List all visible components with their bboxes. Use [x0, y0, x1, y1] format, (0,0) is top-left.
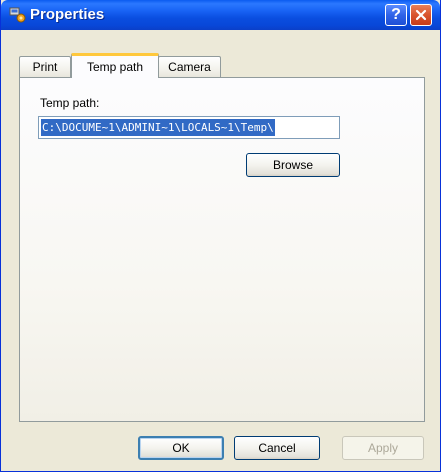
- ok-button[interactable]: OK: [138, 436, 224, 460]
- temp-path-label: Temp path:: [40, 96, 100, 110]
- temp-path-input[interactable]: C:\DOCUME~1\ADMINI~1\LOCALS~1\Temp\: [38, 116, 340, 139]
- tab-temp-path[interactable]: Temp path: [71, 53, 159, 78]
- close-icon: [415, 9, 427, 21]
- temp-path-value: C:\DOCUME~1\ADMINI~1\LOCALS~1\Temp\: [41, 119, 275, 136]
- cancel-button[interactable]: Cancel: [234, 436, 320, 460]
- title-bar[interactable]: Properties ?: [1, 0, 440, 30]
- window-title: Properties: [30, 6, 105, 23]
- tab-print[interactable]: Print: [19, 56, 71, 77]
- tab-strip: Print Temp path Camera: [1, 53, 440, 78]
- close-button[interactable]: [410, 4, 432, 26]
- help-button[interactable]: ?: [385, 4, 407, 26]
- tab-camera[interactable]: Camera: [158, 56, 221, 77]
- properties-icon: [9, 7, 26, 23]
- properties-dialog: Properties ? Print Temp path Camera Temp…: [0, 0, 441, 472]
- apply-button[interactable]: Apply: [342, 436, 424, 460]
- browse-button[interactable]: Browse: [246, 153, 340, 177]
- help-icon: ?: [391, 6, 401, 23]
- tab-panel-temp-path: Temp path: C:\DOCUME~1\ADMINI~1\LOCALS~1…: [19, 77, 425, 422]
